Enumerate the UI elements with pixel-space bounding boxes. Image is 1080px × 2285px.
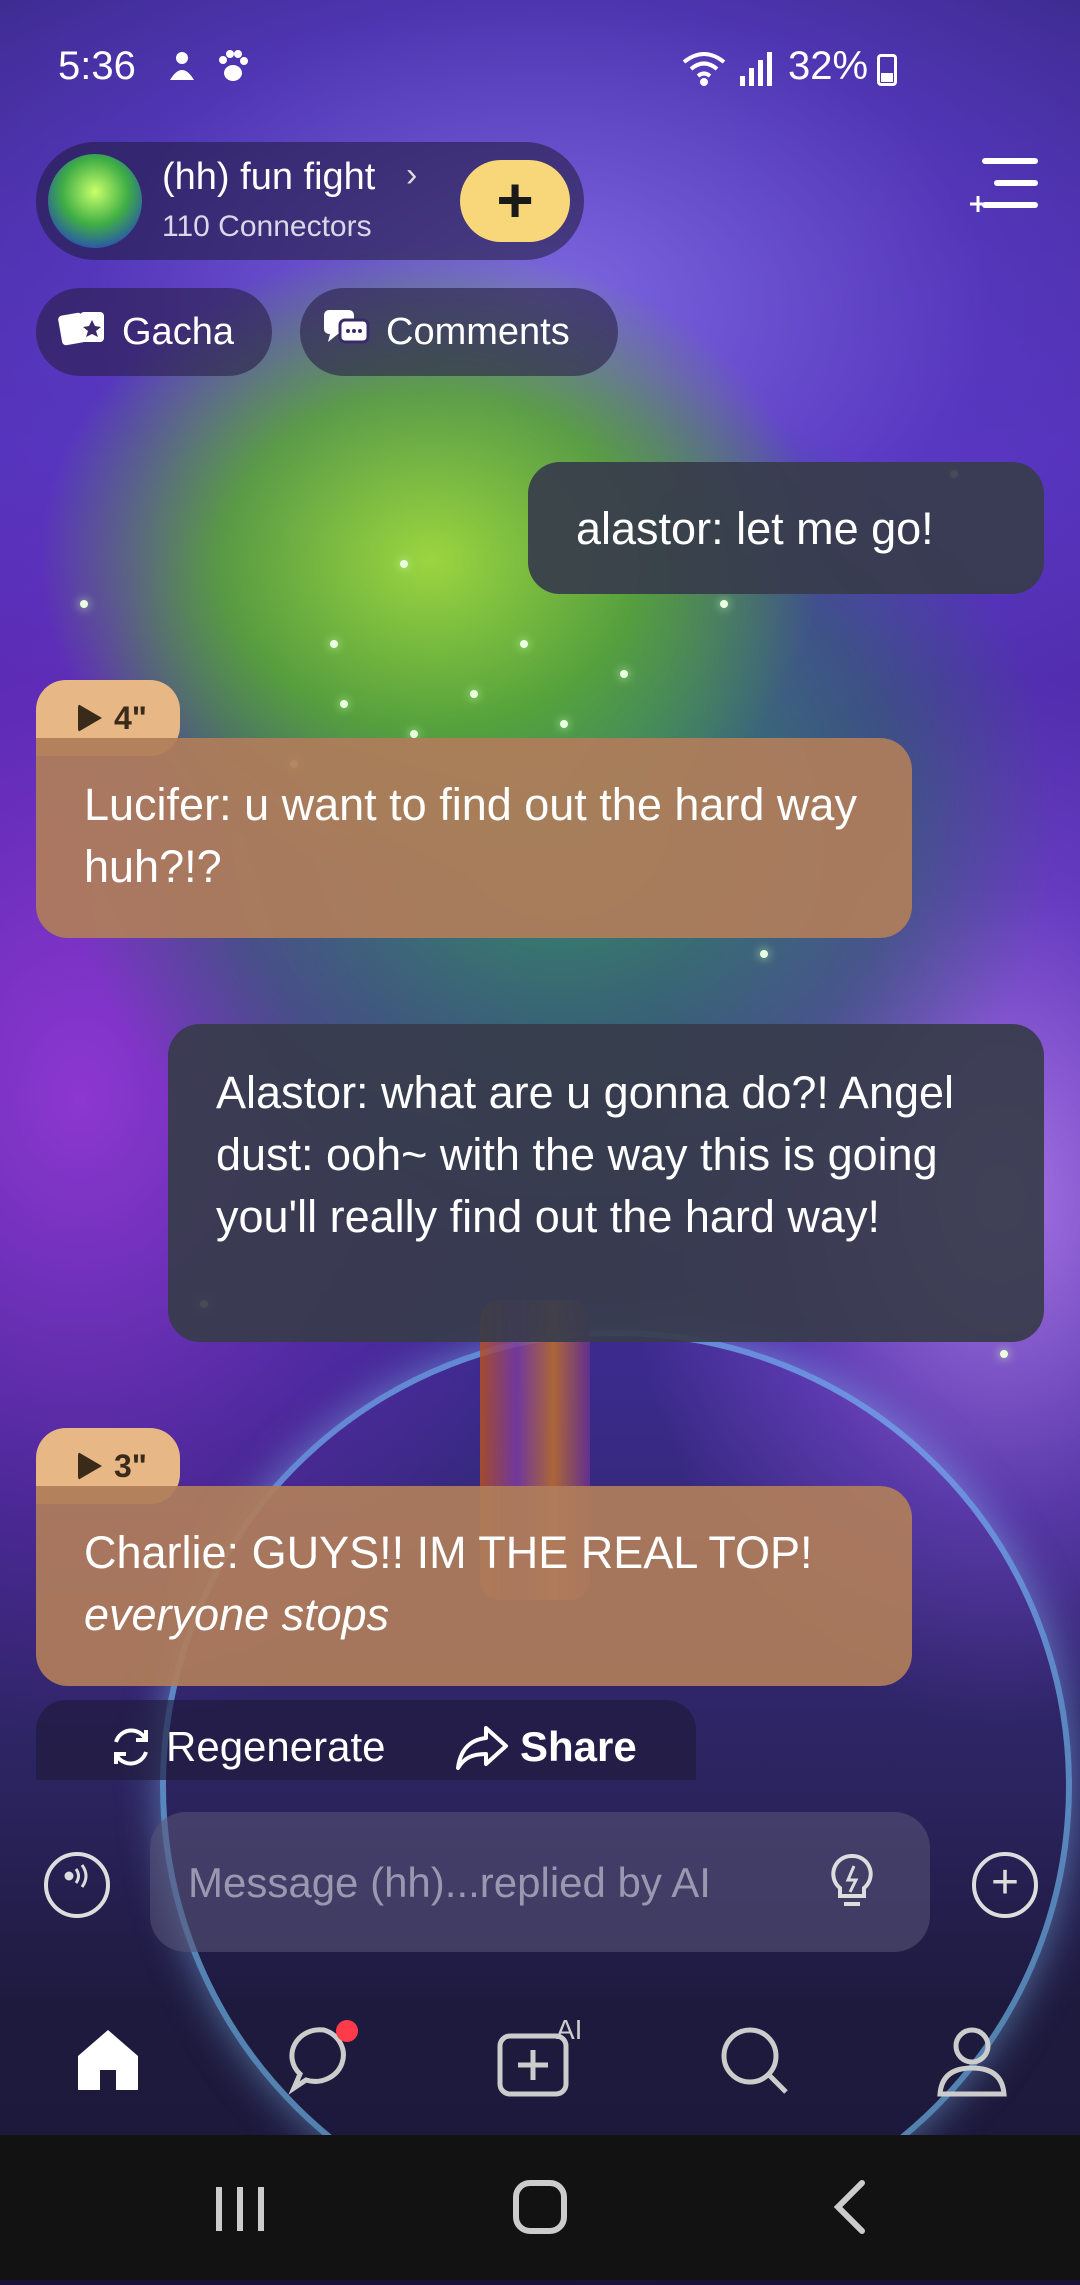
connectors-count: 110 Connectors: [162, 210, 372, 243]
comments-label: Comments: [386, 310, 570, 353]
ai-badge: AI: [556, 2014, 583, 2045]
notification-app-icon: [164, 48, 200, 92]
wifi-icon: [680, 48, 730, 96]
home-button-icon[interactable]: [470, 2135, 610, 2280]
regenerate-icon: [114, 1728, 148, 1766]
play-icon: [78, 1452, 102, 1480]
message-actions: Regenerate Share: [36, 1700, 696, 1780]
create-ai-icon[interactable]: AI: [496, 2014, 596, 2100]
message-text: alastor: let me go!: [576, 503, 934, 554]
message-text-italic: everyone stops: [84, 1589, 390, 1640]
play-icon: [78, 704, 102, 732]
message-text-plain: Charlie: GUYS!! IM THE REAL TOP!: [84, 1527, 813, 1578]
share-button[interactable]: Share: [454, 1722, 637, 1772]
message-bubble-ai[interactable]: Charlie: GUYS!! IM THE REAL TOP! everyon…: [36, 1486, 912, 1686]
message-input-container[interactable]: [150, 1812, 930, 1952]
status-time: 5:36: [58, 44, 136, 88]
recents-icon[interactable]: [170, 2135, 310, 2280]
message-bubble-user[interactable]: Alastor: what are u gonna do?! Angel dus…: [168, 1024, 1044, 1342]
regenerate-button[interactable]: Regenerate: [106, 1722, 386, 1772]
system-navigation-bar: [0, 2135, 1080, 2280]
menu-icon[interactable]: [968, 150, 1038, 220]
audio-duration: 4": [114, 700, 147, 736]
chat-title[interactable]: (hh) fun fight: [162, 156, 375, 199]
gacha-button[interactable]: Gacha: [36, 288, 272, 376]
share-label: Share: [520, 1723, 637, 1770]
message-bubble-ai[interactable]: Lucifer: u want to find out the hard way…: [36, 738, 912, 938]
message-text: Charlie: GUYS!! IM THE REAL TOP! everyon…: [84, 1522, 864, 1646]
comments-icon: [322, 308, 372, 357]
cards-icon: [58, 308, 108, 357]
message-bubble-user[interactable]: alastor: let me go!: [528, 462, 1044, 594]
search-icon[interactable]: [714, 2020, 794, 2100]
message-input[interactable]: [186, 1848, 770, 1918]
paw-icon: [214, 48, 250, 92]
message-text: Alastor: what are u gonna do?! Angel dus…: [216, 1067, 955, 1242]
voice-icon: [64, 1864, 88, 1888]
share-icon: [456, 1726, 508, 1770]
join-button[interactable]: +: [460, 160, 570, 242]
gacha-label: Gacha: [122, 310, 234, 353]
profile-icon[interactable]: [932, 2020, 1012, 2100]
chat-header[interactable]: (hh) fun fight › 110 Connectors +: [36, 142, 584, 260]
comments-button[interactable]: Comments: [300, 288, 618, 376]
status-bar: 5:36 32%: [0, 0, 1080, 140]
chat-avatar[interactable]: [48, 154, 142, 248]
signal-icon: [738, 48, 776, 96]
bottom-nav: AI: [0, 1980, 1080, 2135]
message-text: Lucifer: u want to find out the hard way…: [84, 779, 857, 892]
regenerate-label: Regenerate: [166, 1723, 386, 1770]
voice-call-button[interactable]: [44, 1852, 110, 1918]
bulb-icon[interactable]: [820, 1850, 884, 1914]
audio-duration: 3": [114, 1448, 147, 1484]
back-icon[interactable]: [780, 2135, 920, 2280]
notification-dot: [336, 2020, 358, 2042]
add-button[interactable]: +: [972, 1852, 1038, 1918]
battery-percent: 32%: [788, 44, 869, 88]
chevron-right-icon: ›: [406, 156, 418, 194]
home-icon[interactable]: [68, 2020, 148, 2100]
battery-icon: [877, 54, 897, 86]
